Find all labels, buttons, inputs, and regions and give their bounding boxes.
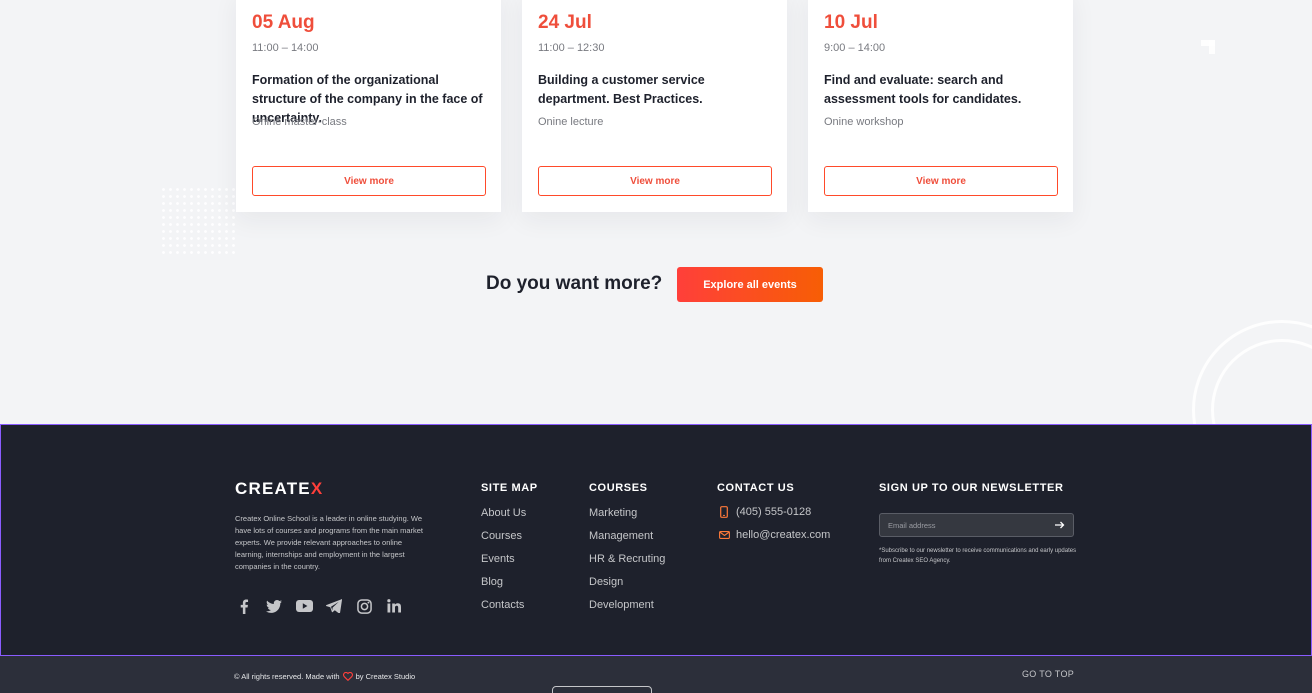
event-type: Onine lecture xyxy=(538,116,604,128)
logo-accent: X xyxy=(310,479,324,498)
courses-heading: COURSES xyxy=(589,482,648,494)
social-links xyxy=(235,597,403,615)
view-more-button[interactable]: View more xyxy=(538,166,772,196)
email-link[interactable]: hello@createx.com xyxy=(717,528,830,542)
phone-number: (405) 555-0128 xyxy=(736,506,812,518)
newsletter-note: *Subscribe to our newsletter to receive … xyxy=(879,548,1077,564)
phone-icon xyxy=(717,505,731,519)
footer-link-hr-recruting[interactable]: HR & Recruting xyxy=(589,551,665,567)
corner-decoration xyxy=(1195,36,1223,64)
footer-link-courses[interactable]: Courses xyxy=(481,528,526,544)
newsletter-form xyxy=(879,513,1074,537)
phone-link[interactable]: (405) 555-0128 xyxy=(717,505,811,519)
facebook-icon[interactable] xyxy=(235,597,253,615)
footer-link-contacts[interactable]: Contacts xyxy=(481,597,526,613)
createx-logo[interactable]: CREATEX xyxy=(235,479,323,499)
event-time: 9:00 – 14:00 xyxy=(824,42,886,54)
event-time: 11:00 – 12:30 xyxy=(538,42,605,54)
footer-link-management[interactable]: Management xyxy=(589,528,665,544)
twitter-icon[interactable] xyxy=(265,597,283,615)
more-events-heading: Do you want more? xyxy=(486,273,663,294)
event-type: Onine workshop xyxy=(824,116,904,128)
event-title: Find and evaluate: search and assessment… xyxy=(824,73,1022,106)
courses-links: Marketing Management HR & Recruting Desi… xyxy=(589,505,665,613)
footer-link-design[interactable]: Design xyxy=(589,574,665,590)
youtube-icon[interactable] xyxy=(295,597,313,615)
event-card: 24 Jul 11:00 – 12:30 Building a customer… xyxy=(522,0,787,212)
heart-icon xyxy=(342,670,354,682)
view-more-button[interactable]: View more xyxy=(252,166,486,196)
event-card: 10 Jul 9:00 – 14:00 Find and evaluate: s… xyxy=(808,0,1073,212)
linkedin-icon[interactable] xyxy=(385,597,403,615)
view-more-button[interactable]: View more xyxy=(824,166,1058,196)
contact-heading: CONTACT US xyxy=(717,482,795,494)
event-date: 24 Jul xyxy=(538,12,592,33)
ring-decoration xyxy=(1192,320,1312,424)
event-title: Building a customer service department. … xyxy=(538,73,705,106)
email-address: hello@createx.com xyxy=(736,529,831,541)
footer: CREATEX Createx Online School is a leade… xyxy=(0,424,1312,656)
dot-pattern-decoration xyxy=(160,186,236,256)
copyright-after: by Createx Studio xyxy=(355,671,416,681)
events-section: 05 Aug 11:00 – 14:00 Formation of the or… xyxy=(0,0,1312,424)
go-to-top-button[interactable]: GO TO TOP xyxy=(1022,669,1074,679)
event-date: 10 Jul xyxy=(824,12,878,33)
sitemap-heading: SITE MAP xyxy=(481,482,538,494)
mail-icon xyxy=(717,528,731,542)
explore-all-events-button[interactable]: Explore all events xyxy=(677,267,823,302)
footer-link-development[interactable]: Development xyxy=(589,597,665,613)
footer-link-events[interactable]: Events xyxy=(481,551,526,567)
copyright-before: © All rights reserved. Made with xyxy=(234,671,340,681)
school-description: Createx Online School is a leader in onl… xyxy=(235,514,423,571)
newsletter-heading: SIGN UP TO OUR NEWSLETTER xyxy=(879,482,1064,494)
floating-widget[interactable] xyxy=(552,686,652,693)
sitemap-links: About Us Courses Events Blog Contacts xyxy=(481,505,526,613)
footer-link-about-us[interactable]: About Us xyxy=(481,505,526,521)
telegram-icon[interactable] xyxy=(325,597,343,615)
footer-link-marketing[interactable]: Marketing xyxy=(589,505,665,521)
event-time: 11:00 – 14:00 xyxy=(252,42,319,54)
arrow-right-icon[interactable] xyxy=(1053,517,1067,533)
newsletter-email-input[interactable] xyxy=(880,514,1040,536)
instagram-icon[interactable] xyxy=(355,597,373,615)
logo-text: CREATE xyxy=(235,479,311,498)
event-date: 05 Aug xyxy=(252,12,315,33)
footer-bottom-bar: © All rights reserved. Made with by Crea… xyxy=(0,656,1312,693)
event-type: Onine master-class xyxy=(252,116,347,128)
copyright-text: © All rights reserved. Made with by Crea… xyxy=(234,670,415,682)
event-card: 05 Aug 11:00 – 14:00 Formation of the or… xyxy=(236,0,501,212)
footer-link-blog[interactable]: Blog xyxy=(481,574,526,590)
